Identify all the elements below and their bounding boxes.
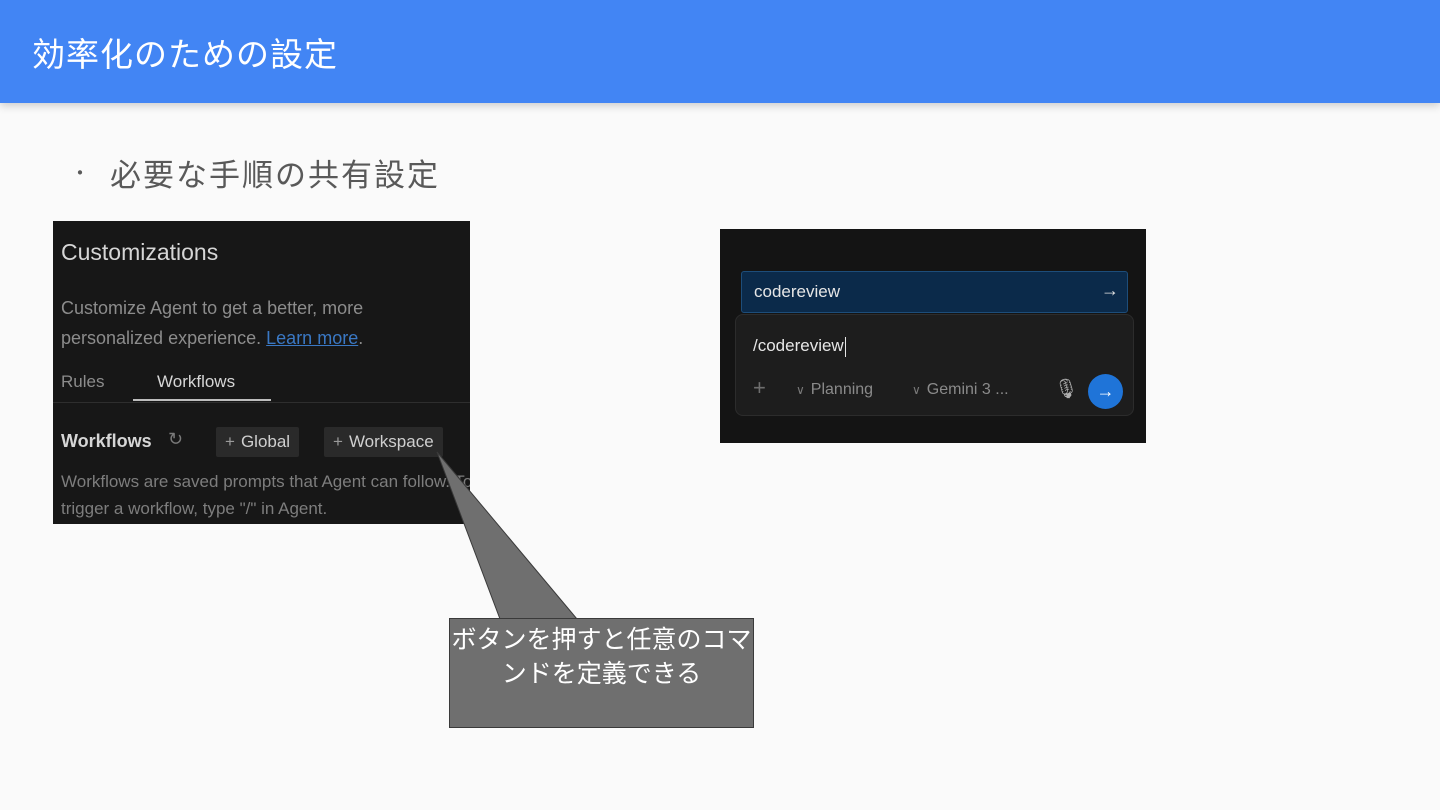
callout-box: ボタンを押すと任意のコマンドを定義できる — [449, 618, 754, 728]
